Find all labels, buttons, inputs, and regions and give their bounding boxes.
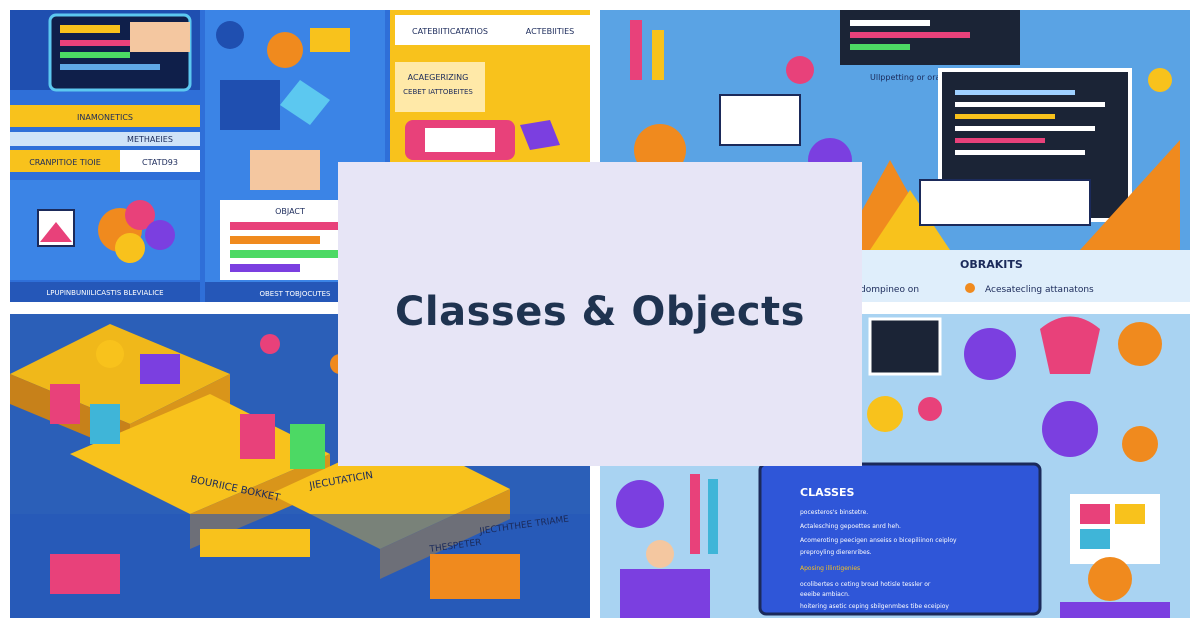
svg-text:LPUPINBUNIILICASTIS BLEVIALICE: LPUPINBUNIILICASTIS BLEVIALICE <box>46 289 163 297</box>
svg-text:Acomeroting peecigen anseiss o: Acomeroting peecigen anseiss o bicepilii… <box>800 537 957 544</box>
svg-text:CRANPITIOE TIOIE: CRANPITIOE TIOIE <box>29 158 101 167</box>
title-card: Classes & Objects <box>338 162 862 466</box>
svg-text:hoitering asetic ceping sbilge: hoitering asetic ceping sbilgenmbes tibe… <box>800 603 949 610</box>
svg-text:ACAEGERIZING: ACAEGERIZING <box>408 73 469 82</box>
svg-text:preproyling dierenribes.: preproyling dierenribes. <box>800 549 872 556</box>
svg-text:Aposing illintigenies: Aposing illintigenies <box>800 565 860 572</box>
svg-text:ACTEBIITIES: ACTEBIITIES <box>526 27 574 36</box>
svg-text:METHAEIES: METHAEIES <box>127 135 173 144</box>
svg-text:OBEST TOBJOCUTES: OBEST TOBJOCUTES <box>260 290 332 298</box>
svg-text:CEBET IATTOBEITES: CEBET IATTOBEITES <box>403 88 473 96</box>
svg-text:Actalesching gepoettes anrd he: Actalesching gepoettes anrd heh. <box>800 523 901 530</box>
svg-text:ocolibertes o ceting broad hot: ocolibertes o ceting broad hotisle tessl… <box>800 581 931 588</box>
svg-text:OBJACT: OBJACT <box>275 207 305 216</box>
svg-text:dompineo on: dompineo on <box>860 285 919 295</box>
page-title: Classes & Objects <box>395 289 805 335</box>
svg-text:eeeibe ambiacn.: eeeibe ambiacn. <box>800 591 850 598</box>
svg-text:INAMONETICS: INAMONETICS <box>77 113 133 122</box>
svg-text:OBRAKITS: OBRAKITS <box>960 258 1023 271</box>
svg-text:pocesteros's binstetre.: pocesteros's binstetre. <box>800 509 868 516</box>
svg-text:CATEBIITICATATIOS: CATEBIITICATATIOS <box>412 27 488 36</box>
svg-text:CTATD93: CTATD93 <box>142 158 178 167</box>
svg-text:Acesatecling attanatons: Acesatecling attanatons <box>985 285 1094 295</box>
svg-text:CLASSES: CLASSES <box>800 486 854 499</box>
